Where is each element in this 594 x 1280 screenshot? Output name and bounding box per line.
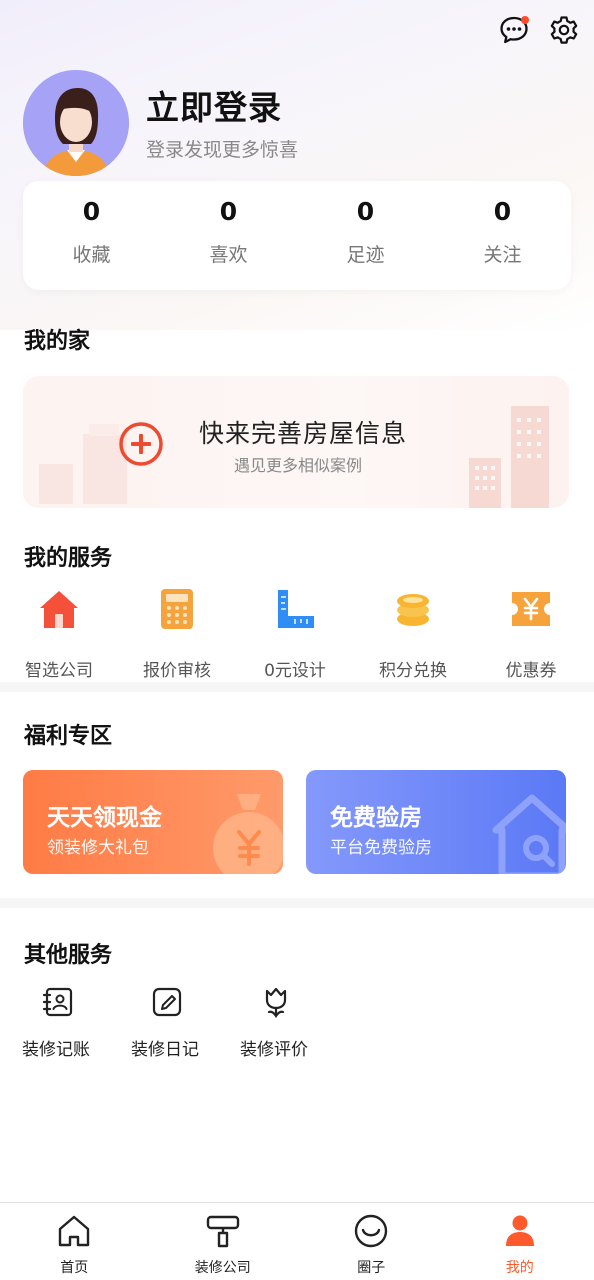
home-outline-icon (59, 1215, 90, 1247)
tab-label: 圈子 (357, 1260, 386, 1276)
other-services-list: 装修记账 装修日记 装修评价 (22, 985, 349, 1060)
add-circle-icon[interactable] (118, 421, 164, 467)
other-service-review[interactable]: 装修评价 (240, 985, 349, 1060)
welfare-card-title: 免费验房 (330, 805, 422, 831)
other-service-label: 装修日记 (131, 1040, 199, 1060)
welfare-title: 福利专区 (24, 724, 113, 749)
person-icon (505, 1215, 534, 1246)
service-label: 智选公司 (25, 661, 93, 681)
house-search-icon (492, 794, 566, 874)
service-free-design[interactable]: 0元设计 (236, 586, 354, 681)
service-label: 积分兑换 (379, 661, 447, 681)
stat-label: 关注 (483, 244, 522, 266)
money-bag-icon (213, 794, 283, 874)
settings-button[interactable] (548, 14, 580, 46)
avatar[interactable] (23, 70, 129, 176)
tab-home[interactable]: 首页 (0, 1203, 149, 1280)
welfare-card-subtitle: 领装修大礼包 (47, 838, 149, 858)
service-coupon[interactable]: 优惠券 (472, 586, 590, 681)
stat-value: 0 (356, 197, 375, 226)
tab-circle[interactable]: 圈子 (297, 1203, 446, 1280)
tulip-icon (265, 987, 287, 1018)
my-services-title: 我的服务 (24, 546, 113, 571)
service-label: 优惠券 (505, 661, 557, 681)
tab-label: 装修公司 (194, 1260, 251, 1276)
message-button[interactable] (498, 14, 530, 46)
ledger-icon (42, 987, 73, 1017)
other-service-ledger[interactable]: 装修记账 (22, 985, 131, 1060)
free-inspection-card[interactable]: 免费验房 平台免费验房 (306, 770, 566, 874)
stat-following[interactable]: 0 关注 (434, 181, 571, 290)
buildings-illustration-right (469, 406, 549, 508)
login-title[interactable]: 立即登录 (146, 81, 298, 129)
tab-label: 首页 (60, 1260, 89, 1276)
paint-roller-icon (206, 1215, 239, 1248)
tab-label: 我的 (505, 1260, 534, 1276)
service-company[interactable]: 智选公司 (0, 586, 118, 681)
welfare-card-title: 天天领现金 (47, 805, 162, 831)
service-quote-review[interactable]: 报价审核 (118, 586, 236, 681)
login-subtitle: 登录发现更多惊喜 (146, 138, 299, 161)
profile-header[interactable]: 立即登录 登录发现更多惊喜 (23, 70, 298, 176)
stats-card: 0 收藏 0 喜欢 0 足迹 0 关注 (23, 181, 571, 290)
other-service-label: 装修评价 (240, 1040, 308, 1060)
tab-decoration-company[interactable]: 装修公司 (149, 1203, 298, 1280)
stat-value: 0 (493, 197, 512, 226)
default-avatar-icon (23, 70, 129, 176)
house-icon (40, 591, 78, 628)
stat-likes[interactable]: 0 喜欢 (160, 181, 297, 290)
bottom-tab-bar: 首页 装修公司 圈子 我的 (0, 1202, 594, 1280)
coupon-icon (512, 592, 550, 626)
service-label: 报价审核 (143, 661, 211, 681)
gear-icon (550, 16, 578, 44)
home-card-subtitle: 遇见更多相似案例 (234, 456, 363, 475)
smile-circle-icon (355, 1214, 388, 1248)
stat-value: 0 (82, 197, 101, 226)
service-points-exchange[interactable]: 积分兑换 (354, 586, 472, 681)
home-card-title: 快来完善房屋信息 (199, 419, 408, 448)
daily-cash-card[interactable]: 天天领现金 领装修大礼包 (23, 770, 283, 874)
services-grid: 智选公司 报价审核 0元设计 积分兑换 优惠券 (0, 586, 594, 681)
section-divider (0, 898, 594, 908)
section-divider (0, 682, 594, 692)
stat-label: 喜欢 (209, 244, 248, 266)
ruler-icon (278, 590, 314, 628)
my-home-title: 我的家 (24, 329, 91, 354)
stat-history[interactable]: 0 足迹 (297, 181, 434, 290)
header-actions (498, 14, 580, 46)
other-service-diary[interactable]: 装修日记 (131, 985, 240, 1060)
edit-note-icon (152, 987, 182, 1017)
stat-value: 0 (219, 197, 238, 226)
stat-favorites[interactable]: 0 收藏 (23, 181, 160, 290)
notification-dot (521, 16, 529, 24)
other-services-title: 其他服务 (24, 943, 113, 968)
stat-label: 足迹 (346, 244, 385, 266)
tab-mine[interactable]: 我的 (446, 1203, 594, 1280)
coins-icon (397, 594, 429, 626)
welfare-card-subtitle: 平台免费验房 (330, 838, 432, 858)
service-label: 0元设计 (264, 661, 326, 681)
other-service-label: 装修记账 (22, 1040, 90, 1060)
home-info-card[interactable]: 快来完善房屋信息 遇见更多相似案例 (23, 376, 569, 508)
stat-label: 收藏 (72, 244, 111, 266)
calculator-icon (161, 589, 193, 629)
